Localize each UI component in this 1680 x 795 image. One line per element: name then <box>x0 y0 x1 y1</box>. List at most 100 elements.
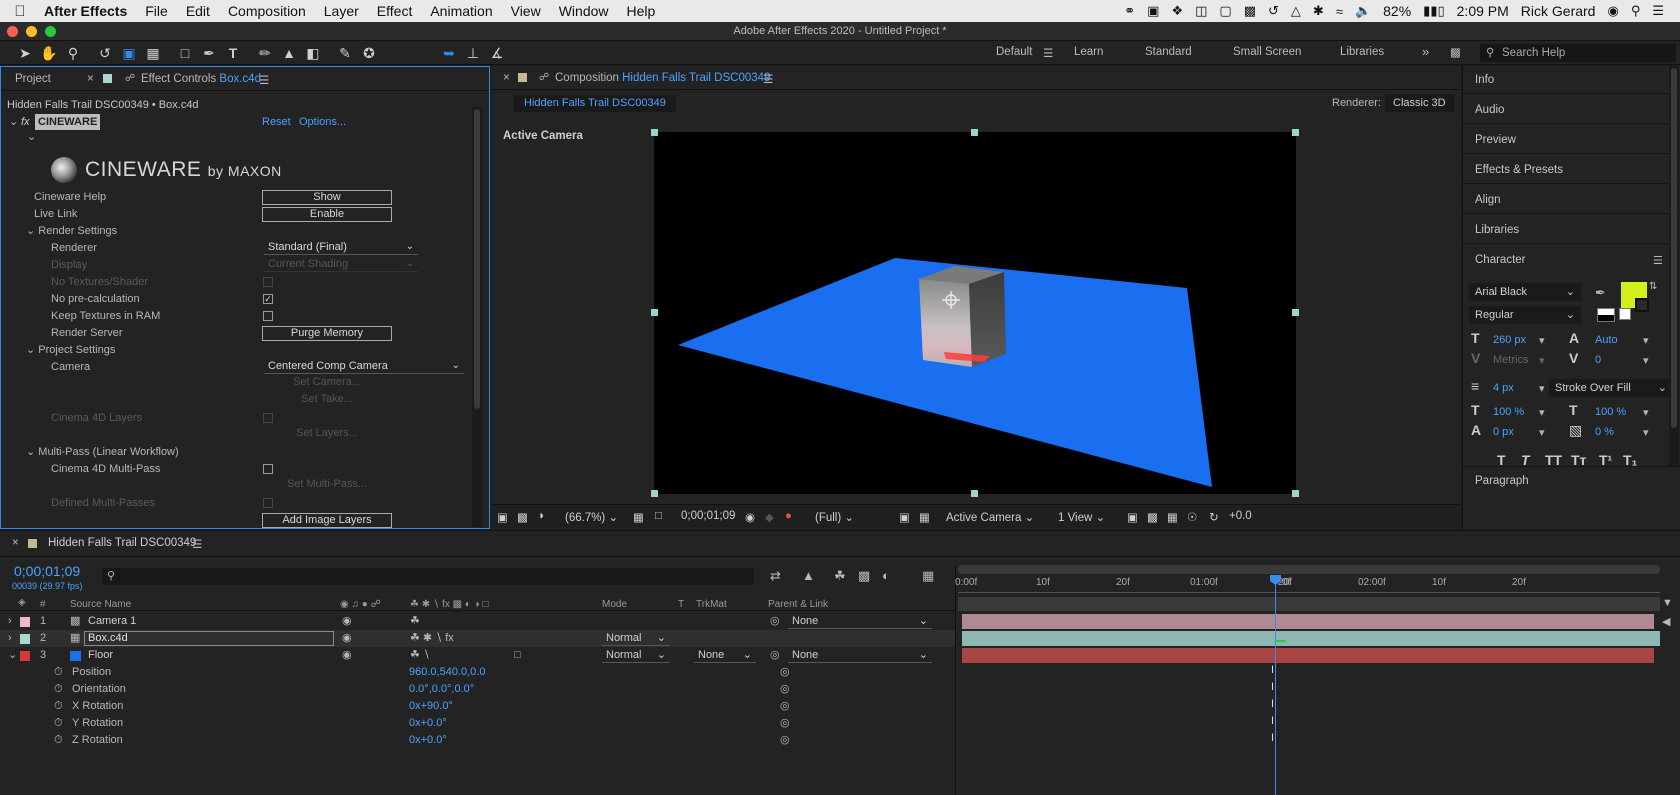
layer-row-floor[interactable]: ⌄ 3 Floor ◉ ☘ ∖ □ Normal ⌄ None ⌄ ◎ None ⌄ <box>0 647 955 664</box>
flowchart-icon[interactable]: ☉ <box>1187 510 1197 524</box>
fast-previews-icon[interactable]: ▩ <box>1147 510 1158 524</box>
effect-name[interactable]: CINEWARE <box>35 114 101 130</box>
stopwatch-icon[interactable]: ⏱ <box>54 664 63 681</box>
stopwatch-icon[interactable]: ⏱ <box>54 732 63 749</box>
pan-behind-tool-icon[interactable]: ▦ <box>144 44 162 62</box>
shy-switch-icon[interactable]: ☘ ✱ ∖ fx <box>410 630 454 647</box>
work-area-bar[interactable] <box>958 565 1660 574</box>
pickwhip-icon[interactable]: ◎ <box>780 698 790 715</box>
no-fill-icon[interactable] <box>1619 308 1631 320</box>
viewer-handle-t[interactable] <box>971 129 978 136</box>
region-of-interest-icon[interactable]: □ <box>655 510 662 522</box>
stroke-mode-select[interactable]: Stroke Over Fill ⌄ <box>1549 379 1673 397</box>
panel-menu-icon[interactable]: ☰ <box>1653 254 1663 267</box>
close-timeline-tab-icon[interactable]: × <box>12 537 19 549</box>
keyframe-icon[interactable]: I <box>1271 698 1274 710</box>
layer-label-swatch[interactable] <box>20 651 30 661</box>
chevron-down-icon[interactable]: ▾ <box>1539 426 1545 439</box>
right-panel-scrollbar[interactable] <box>1669 66 1679 466</box>
viewer-handle-br[interactable] <box>1292 490 1299 497</box>
chevron-down-icon[interactable]: ▾ <box>1539 334 1545 347</box>
timeline-search-input[interactable]: ⚲ <box>102 568 754 585</box>
panel-libraries[interactable]: Libraries <box>1463 216 1680 244</box>
eye-icon[interactable]: ◉ <box>342 647 352 664</box>
exposure-value[interactable]: +0.0 <box>1229 510 1252 522</box>
frame-blending-icon[interactable]: ▩ <box>858 568 870 584</box>
box-layer-bar[interactable] <box>962 631 1660 646</box>
workspace-menu-icon[interactable]: ☰ <box>1043 46 1053 60</box>
tracking-value[interactable]: 0 <box>1595 354 1601 366</box>
selection-tool-icon[interactable]: ➤ <box>16 44 34 62</box>
panel-effects-presets[interactable]: Effects & Presets <box>1463 156 1680 184</box>
floor-layer-bar[interactable] <box>962 648 1654 663</box>
user-name[interactable]: Rick Gerard <box>1521 3 1596 19</box>
pickwhip-icon[interactable]: ◎ <box>780 681 790 698</box>
tab-composition[interactable]: Composition Hidden Falls Trail DSC00349 <box>555 72 770 84</box>
effect-subexpand-icon[interactable]: ⌄ <box>27 129 36 145</box>
tab-project[interactable]: Project <box>15 73 51 85</box>
parent-select[interactable]: None ⌄ <box>788 614 932 629</box>
no-precalc-checkbox[interactable]: ✓ <box>263 294 273 304</box>
always-preview-icon[interactable]: ▣ <box>497 510 508 524</box>
menu-view[interactable]: View <box>502 3 550 19</box>
user-avatar-icon[interactable]: ◉ <box>1607 3 1618 19</box>
volume-icon[interactable]: 🔈 <box>1355 3 1371 19</box>
rectangle-tool-icon[interactable]: □ <box>176 44 194 62</box>
viewer-handle-bl[interactable] <box>651 490 658 497</box>
chevron-right-icon[interactable]: › <box>8 613 12 630</box>
stroke-width-value[interactable]: 4 px <box>1493 382 1514 394</box>
monitor-icon[interactable]: ▩ <box>517 510 528 524</box>
keyframe-icon[interactable]: I <box>1271 664 1274 676</box>
transparency-grid-icon[interactable]: ▦ <box>919 510 930 524</box>
panel-character-header[interactable]: Character <box>1463 246 1680 274</box>
search-help-input[interactable]: ⚲ Search Help <box>1480 44 1676 62</box>
menu-composition[interactable]: Composition <box>219 3 315 19</box>
property-value[interactable]: 0.0°,0.0°,0.0° <box>409 681 474 698</box>
menu-app[interactable]: After Effects <box>40 3 136 19</box>
purge-memory-button[interactable]: Purge Memory <box>262 326 392 341</box>
shy-icon[interactable]: ☘ <box>834 568 846 584</box>
property-value[interactable]: 0x+0.0° <box>409 732 447 749</box>
lock-icon[interactable]: ☍ <box>125 73 135 84</box>
battery-icon[interactable]: ▮▮▯ <box>1423 3 1444 19</box>
views-select[interactable]: 1 View ⌄ <box>1058 510 1105 524</box>
menu-help[interactable]: Help <box>618 3 665 19</box>
horizontal-scale-value[interactable]: 100 % <box>1595 406 1626 418</box>
menu-edit[interactable]: Edit <box>177 3 219 19</box>
wifi-icon[interactable]: ≈ <box>1336 4 1343 19</box>
options-link[interactable]: Options... <box>299 114 346 130</box>
effect-expand-icon[interactable]: ⌄ <box>9 114 18 130</box>
workspace-overflow-icon[interactable]: » <box>1422 44 1429 59</box>
panel-menu-icon[interactable]: ☰ <box>763 72 773 86</box>
menu-window[interactable]: Window <box>550 3 618 19</box>
stopwatch-icon[interactable]: ⏱ <box>54 681 63 698</box>
layer-row-box[interactable]: › 2 ▦ Box.c4d ◉ ☘ ✱ ∖ fx Normal ⌄ <box>0 630 955 647</box>
layer-row-camera[interactable]: › 1 ▩ Camera 1 ◉ ☘ ◎ None ⌄ <box>0 613 955 630</box>
menu-file[interactable]: File <box>136 3 177 19</box>
time-ruler[interactable] <box>958 579 1660 593</box>
screen-icon[interactable]: ▩ <box>1244 3 1256 19</box>
close-project-tab-icon[interactable]: × <box>87 73 94 85</box>
comp-viewer[interactable] <box>654 132 1296 494</box>
scrollbar-thumb[interactable] <box>1671 68 1677 428</box>
stroke-color-swatch[interactable] <box>1635 298 1649 312</box>
comp-subtab[interactable]: Hidden Falls Trail DSC00349 <box>514 95 676 112</box>
menu-layer[interactable]: Layer <box>315 3 368 19</box>
composition-mini-flowchart-icon[interactable]: ⇄ <box>770 568 781 584</box>
type-tool-icon[interactable]: T <box>224 44 242 62</box>
baseline-shift-value[interactable]: 0 px <box>1493 426 1514 438</box>
bi-icon[interactable]: ▣ <box>1147 3 1159 19</box>
local-axis-icon[interactable]: ➥ <box>440 44 458 62</box>
expand-panel-icon[interactable]: ◀ <box>1662 615 1670 628</box>
workspace-learn[interactable]: Learn <box>1074 46 1103 58</box>
panel-paragraph[interactable]: Paragraph <box>1463 466 1680 494</box>
chevron-down-icon[interactable]: ⌄ <box>8 647 17 664</box>
view-axis-icon[interactable]: ∡ <box>488 44 506 62</box>
close-comp-tab-icon[interactable]: × <box>503 72 510 84</box>
chevron-down-icon[interactable]: ▾ <box>1643 406 1649 419</box>
comp-button-icon[interactable]: ▼ <box>1662 597 1673 609</box>
tab-effect-controls[interactable]: Effect Controls Box.c4d <box>141 73 261 85</box>
panel-menu-icon[interactable]: ☰ <box>259 73 269 87</box>
world-axis-icon[interactable]: ⊥ <box>464 44 482 62</box>
mask-visibility-icon[interactable]: ◑ <box>537 510 544 522</box>
